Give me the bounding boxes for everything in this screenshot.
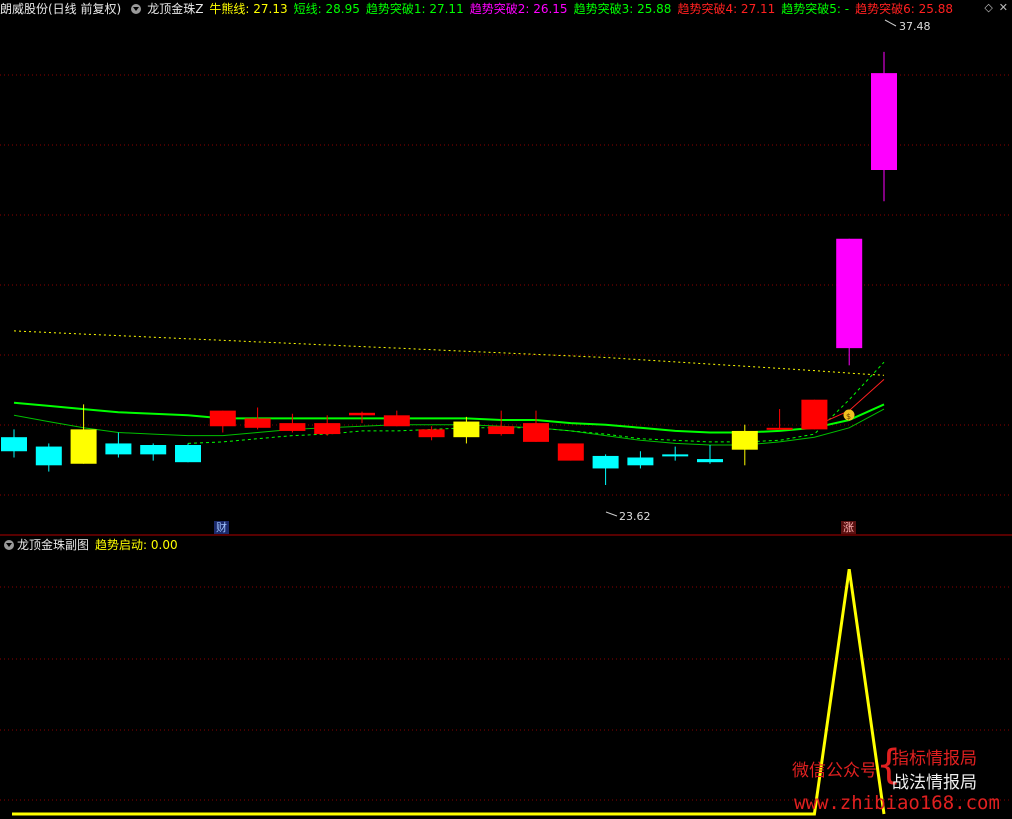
dropdown-icon[interactable]	[131, 4, 142, 14]
candle-body-8	[279, 423, 306, 431]
candle-body-1	[35, 446, 62, 466]
candle-body-23	[801, 399, 828, 430]
sub-header: 龙顶金珠副图 趋势启动: 0.00	[0, 536, 600, 554]
candle-body-6	[209, 410, 236, 427]
sub-indicator-line	[12, 568, 886, 816]
candle-body-25	[871, 73, 897, 170]
watermark-right-1: 指标情报局	[892, 749, 977, 769]
candle-body-7	[244, 418, 271, 428]
candle-body-16	[557, 443, 584, 461]
candle-body-2	[70, 429, 97, 464]
max-price-pointer	[884, 19, 897, 27]
candle-body-13	[453, 421, 480, 438]
indicator-value-6: 趋势突破5: -	[781, 2, 850, 16]
indicator-value-5: 趋势突破4: 27.11	[677, 2, 776, 16]
candle-body-10	[349, 412, 375, 416]
money-bag-glyph: $	[846, 412, 851, 421]
candle-body-12	[418, 429, 445, 438]
candle-body-4	[140, 445, 167, 455]
sub-series-0	[12, 568, 886, 816]
candle-body-24	[836, 238, 863, 349]
diamond-icon[interactable]: ◇	[984, 1, 992, 14]
tag-zhang[interactable]: 涨	[841, 521, 856, 534]
candle-body-18	[627, 457, 654, 466]
sub-dropdown-icon[interactable]	[4, 540, 14, 550]
candle-body-0	[1, 437, 27, 452]
watermark-url: www.zhibiao168.com	[794, 792, 1000, 814]
indicator-value-4: 趋势突破3: 25.88	[573, 2, 672, 16]
watermark-left: 微信公众号	[792, 761, 877, 781]
close-icon[interactable]: ✕	[999, 1, 1008, 14]
indicator-values: 牛熊线: 27.13 短线: 28.95 趋势突破1: 27.11 趋势突破2: 26…	[209, 2, 959, 16]
line-0	[13, 330, 885, 376]
min-price-label: 23.62	[619, 510, 651, 523]
indicator-value-1: 短线: 28.95	[293, 2, 360, 16]
main-header: 朗威股份(日线 前复权) 龙顶金珠Z 牛熊线: 27.13 短线: 28.95 趋势突破…	[0, 0, 1012, 18]
candle-body-22	[766, 427, 793, 430]
candle-body-11	[383, 415, 410, 427]
candle-body-17	[592, 455, 619, 469]
candle-body-3	[105, 443, 132, 455]
watermark-right-2: 战法情报局	[892, 773, 977, 793]
candle-body-21	[731, 430, 758, 450]
candle-body-9	[314, 423, 341, 435]
candlestick-series	[1, 51, 897, 485]
candle-body-19	[662, 454, 689, 457]
line-1	[13, 401, 885, 434]
watermark: 微信公众号 { 指标情报局 战法情报局 www.zhibiao168.com	[782, 742, 1002, 817]
sub-indicator-name[interactable]: 龙顶金珠副图	[17, 538, 89, 552]
corner-icons: ◇ ✕	[978, 1, 1008, 14]
chart-canvas[interactable]: 37.48 23.62 $	[0, 0, 1012, 819]
indicator-value-7: 趋势突破6: 25.88	[855, 2, 953, 16]
max-price-label: 37.48	[899, 20, 931, 33]
indicator-value-0: 牛熊线: 27.13	[209, 2, 288, 16]
sub-indicator-value: 0.00	[150, 538, 178, 552]
stock-name[interactable]: 朗威股份(日线 前复权)	[0, 2, 121, 16]
min-price-pointer	[605, 511, 618, 517]
sub-indicator-label: 趋势启动:	[95, 538, 148, 552]
grid-lines	[0, 74, 1012, 801]
indicator-value-3: 趋势突破2: 26.15	[469, 2, 568, 16]
candle-body-20	[697, 459, 723, 463]
tag-cai[interactable]: 财	[214, 521, 229, 534]
indicator-value-2: 趋势突破1: 27.11	[365, 2, 464, 16]
candle-body-5	[175, 445, 201, 463]
indicator-name[interactable]: 龙顶金珠Z	[147, 2, 203, 16]
candle-body-15	[523, 423, 549, 442]
candle-body-14	[488, 426, 515, 435]
main-indicator-lines	[13, 330, 885, 446]
